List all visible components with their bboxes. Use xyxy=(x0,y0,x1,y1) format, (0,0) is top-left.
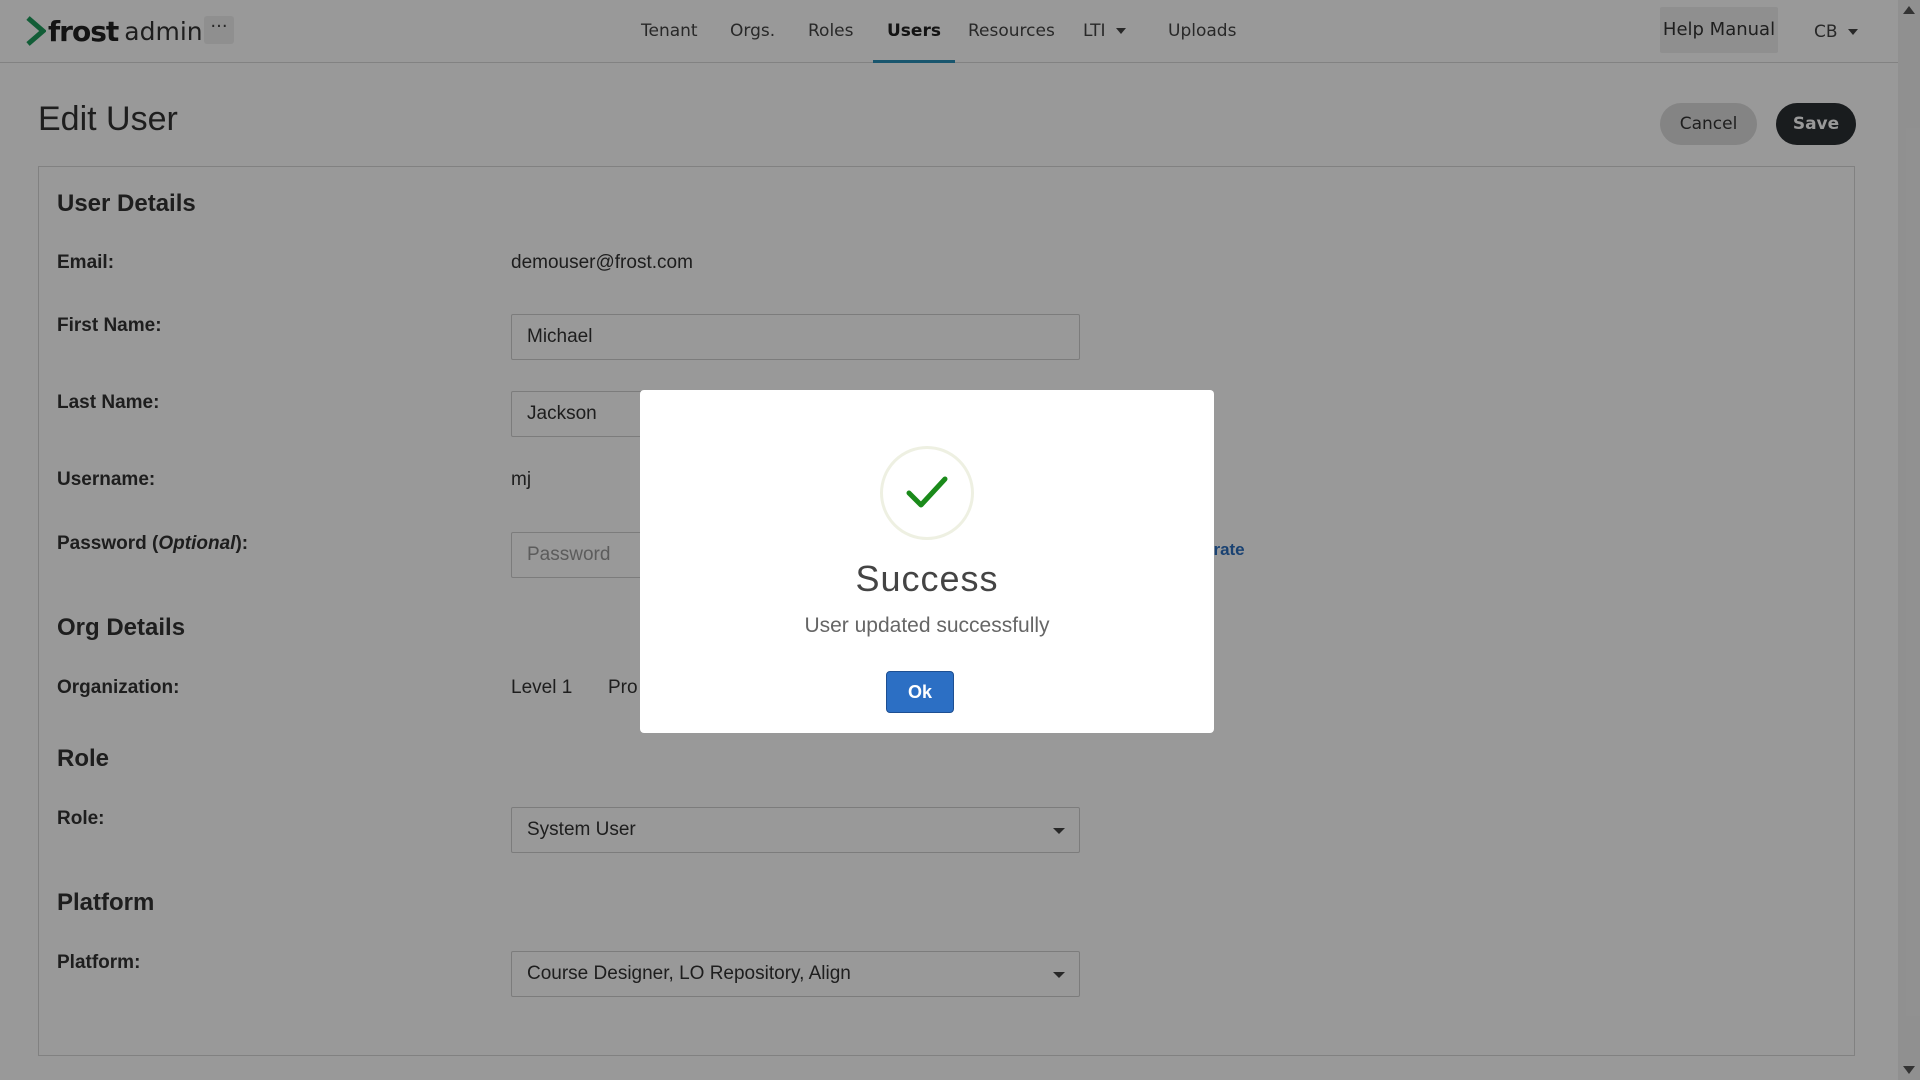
success-dialog: Success User updated successfully Ok xyxy=(640,390,1214,733)
checkmark-icon xyxy=(906,476,948,508)
success-check-icon xyxy=(880,446,974,540)
dialog-message: User updated successfully xyxy=(804,614,1050,637)
ok-button[interactable]: Ok xyxy=(886,671,954,713)
dialog-title: Success xyxy=(855,558,999,599)
